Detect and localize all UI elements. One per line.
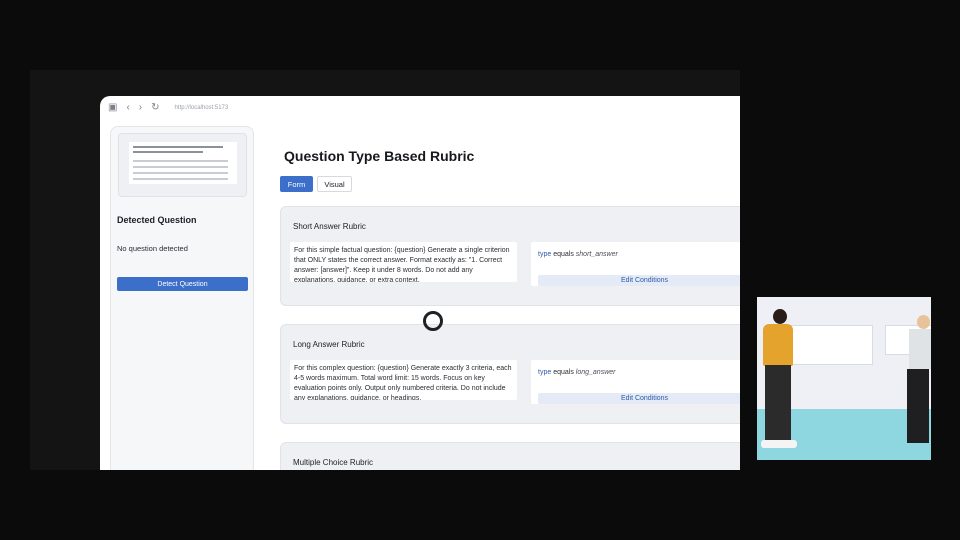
thumbnail-line — [133, 178, 228, 180]
condition-row: type equals short_answer — [538, 251, 618, 258]
thumbnail-line — [133, 151, 203, 153]
edit-conditions-button[interactable]: Edit Conditions — [538, 275, 740, 286]
rubric-title: Multiple Choice Rubric — [293, 458, 374, 467]
thumbnail-line — [133, 172, 228, 174]
sidebar-toggle-icon[interactable]: ▣ — [108, 103, 117, 113]
address-bar[interactable]: http://localhost:5173 — [175, 105, 229, 111]
condition-row: type equals long_answer — [538, 369, 615, 376]
forward-icon[interactable]: › — [139, 103, 142, 113]
thumbnail-line — [133, 160, 228, 162]
condition-value: long_answer — [575, 369, 616, 376]
presenter-figure — [907, 369, 929, 443]
stage-screen-card — [781, 325, 873, 365]
rubric-title: Short Answer Rubric — [293, 222, 366, 231]
tab-form[interactable]: Form — [280, 176, 313, 192]
detected-question-text: No question detected — [117, 244, 188, 253]
condition-value: short_answer — [575, 251, 618, 258]
back-icon[interactable]: ‹ — [126, 103, 129, 113]
thumbnail-line — [133, 166, 228, 168]
loading-spinner-icon — [423, 311, 443, 331]
detected-question-heading: Detected Question — [117, 215, 197, 225]
rubric-card-short-answer: Short Answer Rubric For this simple fact… — [280, 206, 740, 306]
presenter-video-inset — [757, 297, 931, 460]
browser-toolbar: ▣ ‹ › ↻ http://localhost:5173 — [100, 96, 740, 120]
thumbnail-line — [133, 146, 223, 148]
condition-field: type — [538, 369, 552, 376]
condition-operator: equals — [553, 369, 574, 376]
reload-icon[interactable]: ↻ — [151, 103, 159, 113]
rubric-card-long-answer: Long Answer Rubric For this complex ques… — [280, 324, 740, 424]
thumbnail-page — [129, 142, 237, 184]
edit-conditions-button[interactable]: Edit Conditions — [538, 393, 740, 404]
condition-operator: equals — [553, 251, 574, 258]
tab-visual[interactable]: Visual — [317, 176, 352, 192]
rubric-prompt-textarea[interactable]: For this complex question: {question} Ge… — [290, 360, 517, 400]
rubric-title: Long Answer Rubric — [293, 340, 365, 349]
presenter-figure — [763, 324, 793, 366]
presenter-figure — [917, 315, 930, 329]
page-title: Question Type Based Rubric — [284, 148, 475, 164]
conditions-panel: type equals short_answer Edit Conditions — [531, 242, 740, 286]
presenter-figure — [909, 329, 931, 369]
rubric-card-multiple-choice: Multiple Choice Rubric — [280, 442, 740, 470]
detect-question-button[interactable]: Detect Question — [117, 277, 248, 291]
sidebar: Detected Question No question detected D… — [110, 126, 254, 470]
conditions-panel: type equals long_answer Edit Conditions — [531, 360, 740, 404]
main-panel: Question Type Based Rubric Form Visual S… — [268, 130, 740, 470]
presenter-figure — [765, 365, 791, 441]
rubric-prompt-textarea[interactable]: For this simple factual question: {quest… — [290, 242, 517, 282]
presenter-figure — [761, 440, 797, 448]
screenshot-thumbnail — [118, 133, 247, 197]
condition-field: type — [538, 251, 552, 258]
browser-window: ▣ ‹ › ↻ http://localhost:5173 Detected Q… — [100, 96, 740, 470]
presenter-figure — [773, 309, 787, 324]
